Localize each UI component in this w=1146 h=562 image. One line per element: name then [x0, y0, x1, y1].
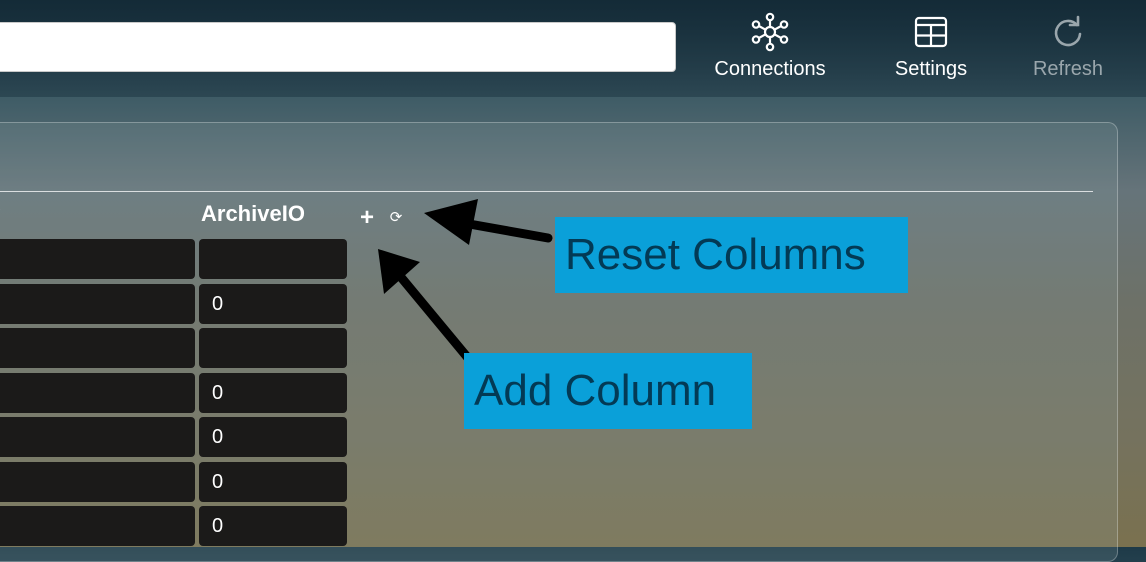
table-cell-archiveio: 0: [199, 284, 347, 324]
table-cell-history: [0, 284, 195, 324]
table-cell-archiveio: 0: [199, 373, 347, 413]
table-grid-icon: [911, 12, 951, 52]
search-input[interactable]: [0, 22, 676, 72]
table-cell-archiveio: 0: [199, 506, 347, 546]
table-cell-archiveio: [199, 328, 347, 368]
refresh-button[interactable]: Refresh: [1029, 12, 1107, 84]
table-cell-archiveio: [199, 239, 347, 279]
table-cell-history: [0, 506, 195, 546]
table-cell-history: [0, 328, 195, 368]
add-column-callout: Add Column: [464, 353, 752, 429]
refresh-icon: [1048, 12, 1088, 52]
reset-columns-button[interactable]: ⟳: [386, 208, 406, 228]
add-column-button[interactable]: +: [356, 206, 378, 230]
network-nodes-icon: [750, 12, 790, 52]
settings-button[interactable]: Settings: [889, 12, 973, 84]
settings-label: Settings: [895, 58, 967, 80]
connections-label: Connections: [714, 58, 825, 80]
table-cell-archiveio: 0: [199, 462, 347, 502]
table-cell-history: [0, 373, 195, 413]
column-header-archiveio[interactable]: ArchiveIO: [201, 201, 305, 227]
header-divider: [0, 191, 1093, 192]
table-cell-history: [0, 239, 195, 279]
connections-button[interactable]: Connections: [709, 12, 831, 84]
table-cell-history: [0, 462, 195, 502]
refresh-label: Refresh: [1033, 58, 1103, 80]
table-cell-history: [0, 417, 195, 457]
reset-columns-callout: Reset Columns: [555, 217, 908, 293]
table-cell-archiveio: 0: [199, 417, 347, 457]
